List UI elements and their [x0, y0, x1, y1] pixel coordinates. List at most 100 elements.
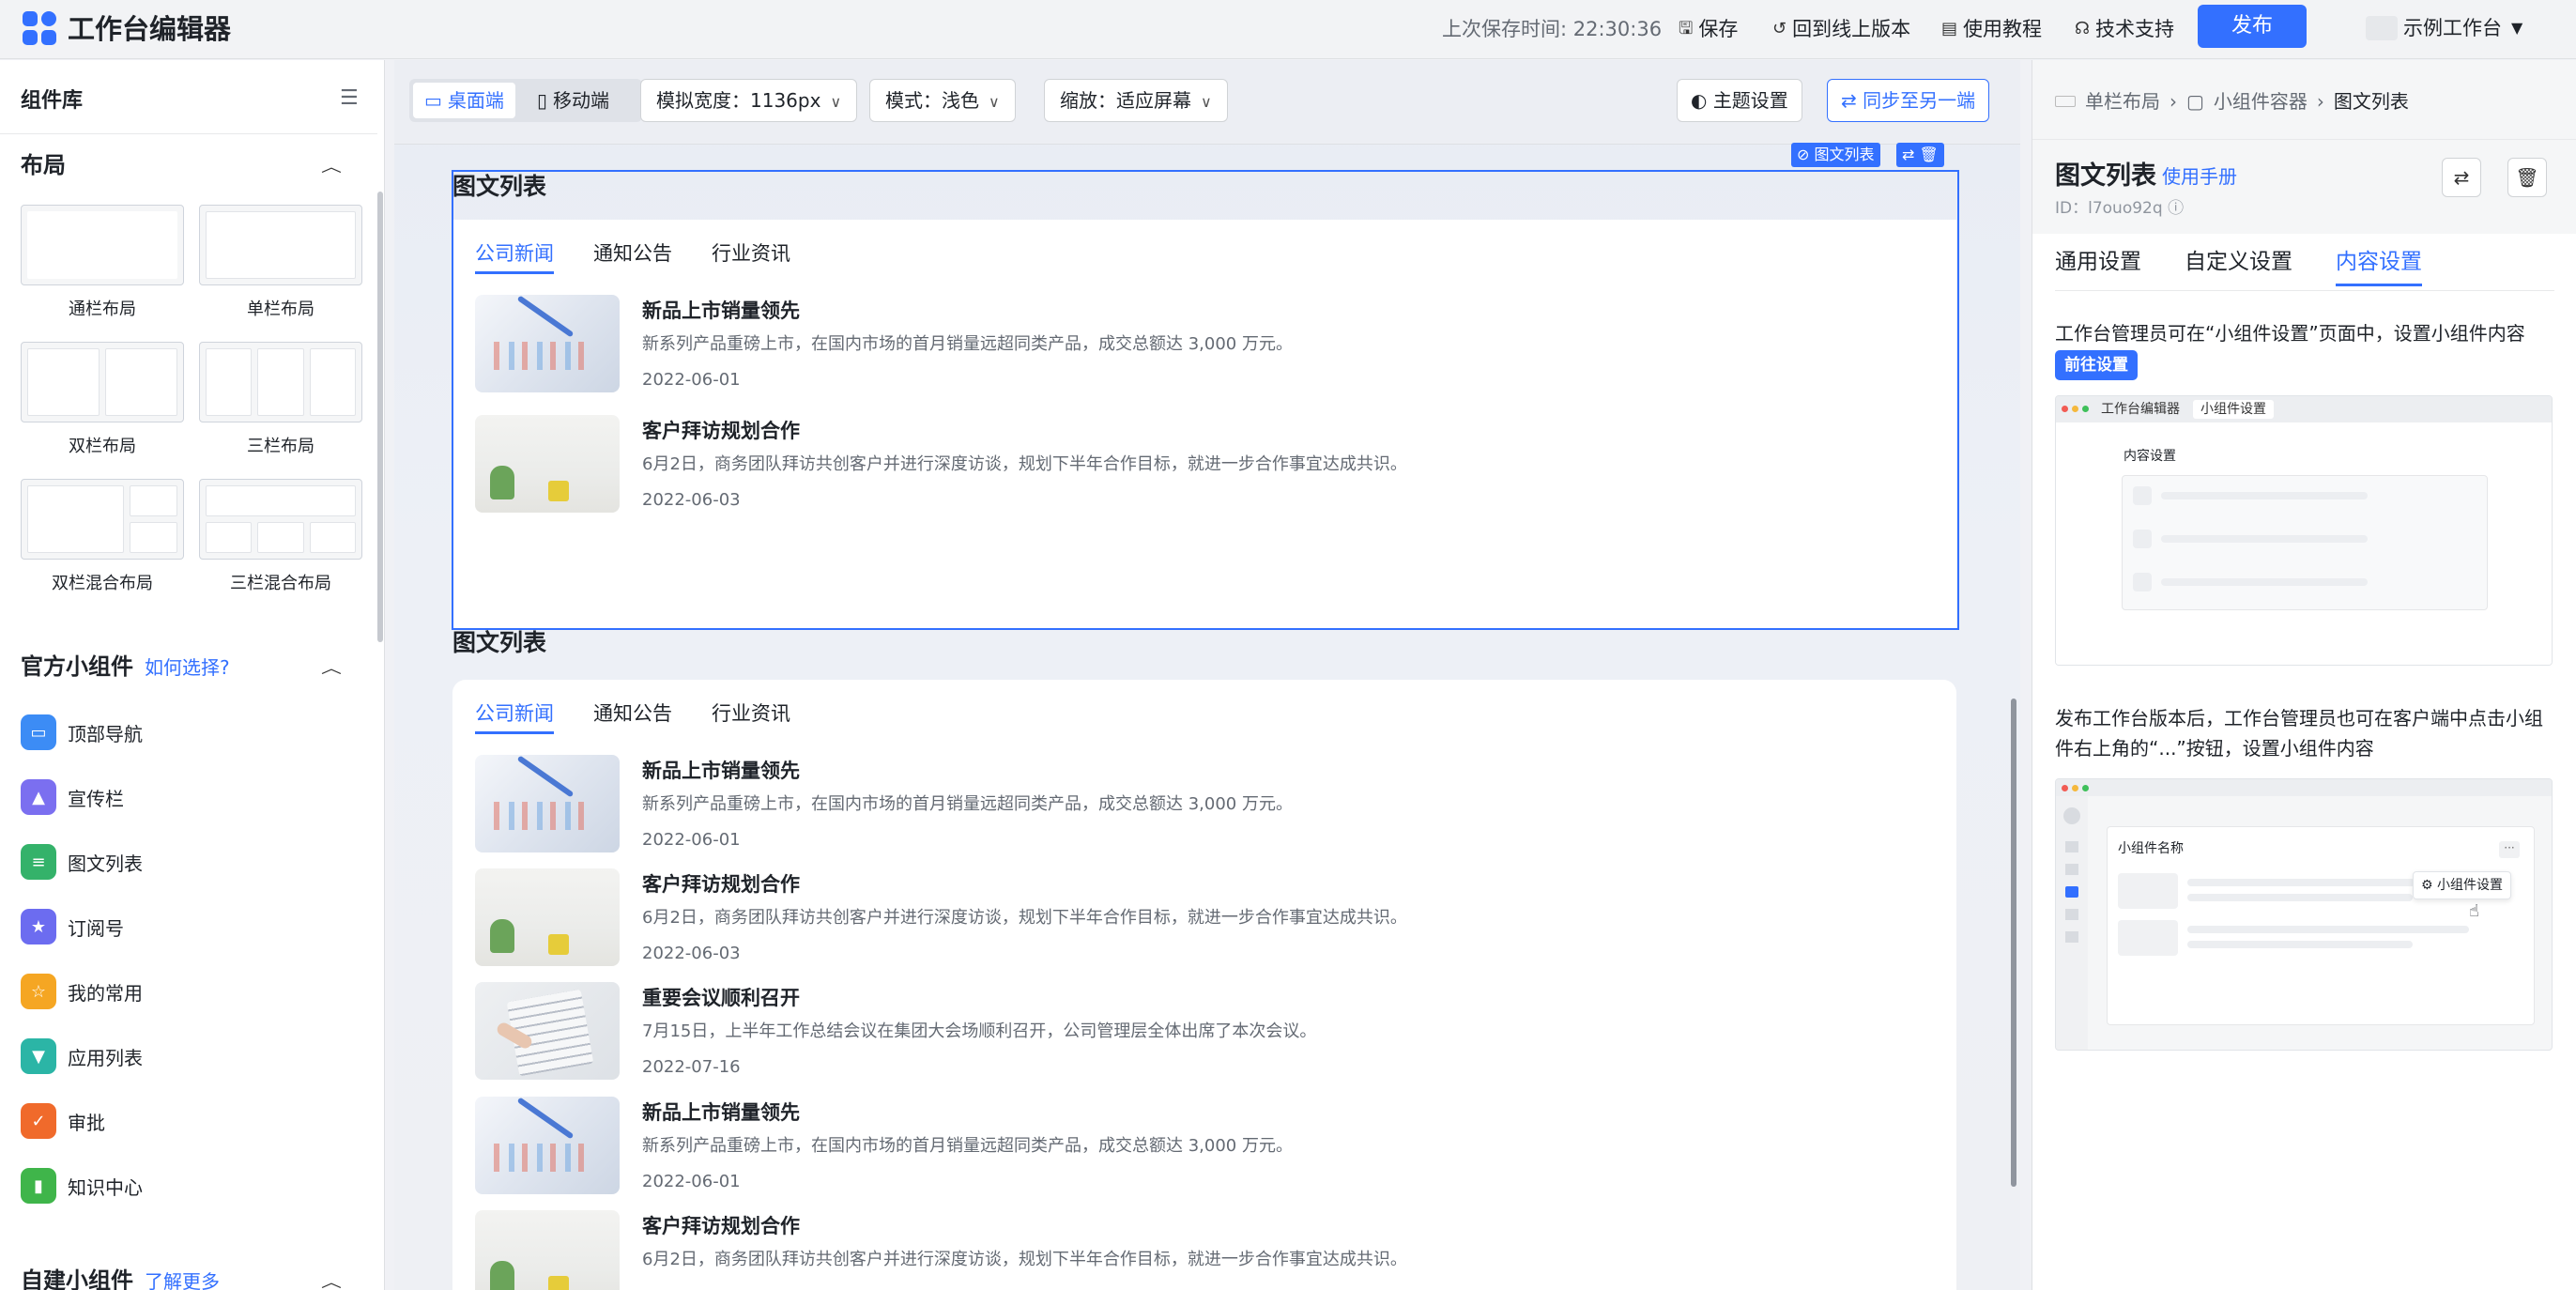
- swap-widget-button[interactable]: ⇄: [2442, 158, 2481, 197]
- widget-id: ID：l7ouo92q ⓘ: [2055, 197, 2184, 220]
- news-title: 新品上市销量领先: [642, 760, 800, 782]
- news-date: 2022-06-03: [642, 944, 741, 963]
- mini-label: 内容设置: [2124, 449, 2176, 464]
- mode-dropdown[interactable]: 模式：浅色 ∨: [869, 79, 1016, 122]
- sidebar-scrollbar[interactable]: [377, 192, 383, 642]
- widget-title: 图文列表: [452, 629, 547, 656]
- layout-three-column-mixed[interactable]: [199, 479, 362, 560]
- list-item[interactable]: 客户拜访规划合作 6月2日，商务团队拜访共创客户并进行深度访谈，规划下半年合作目…: [475, 1210, 1940, 1290]
- layout-label: 单栏布局: [247, 299, 314, 319]
- approval-icon: ✓: [21, 1103, 56, 1139]
- swap-icon[interactable]: ⇄: [1902, 146, 1914, 163]
- learn-more-link[interactable]: 了解更多: [145, 1270, 220, 1290]
- widget-subscription[interactable]: ★ 订阅号: [21, 908, 124, 945]
- save-button[interactable]: 🖫 保存: [1679, 15, 1738, 43]
- theme-settings-button[interactable]: ◐ 主题设置: [1677, 79, 1802, 122]
- widget-banner[interactable]: ▲ 宣传栏: [21, 778, 124, 816]
- properties-panel: 单栏布局 › ▢ 小组件容器 › 图文列表 图文列表 使用手册 ID：l7ouo…: [2032, 60, 2576, 1290]
- tab-custom-settings[interactable]: 自定义设置: [2185, 243, 2292, 281]
- desktop-icon: ▭: [424, 89, 442, 112]
- chevron-down-icon: ∨: [1201, 93, 1212, 111]
- swap-icon: ⇄: [1841, 89, 1863, 112]
- support-button[interactable]: ☊ 技术支持: [2075, 15, 2174, 43]
- widget-actions-tag[interactable]: ⇄ 🗑: [1896, 143, 1944, 167]
- tab-industry-news[interactable]: 行业资讯: [712, 695, 790, 732]
- chevron-down-icon: ∨: [830, 93, 842, 111]
- chevron-up-icon[interactable]: ︿: [321, 1270, 342, 1290]
- chevron-up-icon[interactable]: ︿: [321, 656, 342, 677]
- list-item[interactable]: 新品上市销量领先 新系列产品重磅上市，在国内市场的首月销量远超同类产品，成交总额…: [475, 755, 1940, 854]
- tab-content-settings[interactable]: 内容设置: [2336, 243, 2422, 286]
- width-dropdown[interactable]: 模拟宽度：1136px ∨: [640, 79, 858, 122]
- collapse-panel-icon[interactable]: ☰: [340, 86, 359, 110]
- widget-favorites[interactable]: ☆ 我的常用: [21, 973, 143, 1010]
- news-desc: 新系列产品重磅上市，在国内市场的首月销量远超同类产品，成交总额达 3,000 万…: [642, 1136, 1293, 1156]
- mobile-tab[interactable]: ▯ 移动端: [526, 83, 621, 118]
- layout-single-column[interactable]: [199, 205, 362, 285]
- palette-icon: ◐: [1691, 89, 1713, 112]
- rollback-button[interactable]: ↺ 回到线上版本: [1772, 15, 1910, 43]
- breadcrumb: 单栏布局 › ▢ 小组件容器 › 图文列表: [2055, 88, 2409, 115]
- tutorial-button[interactable]: ▤ 使用教程: [1941, 15, 2042, 43]
- image-text-list-widget[interactable]: 图文列表 公司新闻 通知公告 行业资讯 新品上市销量领先 新系列产品重磅上市，在…: [452, 627, 1956, 1290]
- list-item[interactable]: 客户拜访规划合作 6月2日，商务团队拜访共创客户并进行深度访谈，规划下半年合作目…: [475, 868, 1940, 968]
- widget-knowledge-center[interactable]: ▮ 知识中心: [21, 1167, 143, 1205]
- manual-link[interactable]: 使用手册: [2162, 163, 2237, 190]
- desktop-tab[interactable]: ▭ 桌面端: [413, 83, 515, 118]
- more-icon: ···: [2499, 841, 2520, 858]
- widget-label: 应用列表: [68, 1046, 143, 1069]
- layout-label: 三栏混合布局: [230, 574, 331, 593]
- layout-three-column[interactable]: [199, 342, 362, 422]
- chevron-right-icon: ›: [2316, 90, 2324, 113]
- delete-widget-button[interactable]: 🗑: [2507, 158, 2547, 197]
- canvas-toolbar: ▭ 桌面端 ▯ 移动端 模拟宽度：1136px ∨ 模式：浅色 ∨ 缩放：适应屏幕 ∨ ◐…: [394, 60, 2020, 145]
- widget-image-text-list[interactable]: ≡ 图文列表: [21, 843, 143, 881]
- widget-tabs: 公司新闻 通知公告 行业资讯: [475, 695, 790, 734]
- delete-icon[interactable]: 🗑: [1920, 146, 1939, 163]
- news-date: 2022-07-16: [642, 1057, 741, 1077]
- news-title: 客户拜访规划合作: [642, 1215, 800, 1237]
- tab-general-settings[interactable]: 通用设置: [2055, 243, 2141, 281]
- widget-approval[interactable]: ✓ 审批: [21, 1102, 105, 1140]
- mobile-label: 移动端: [553, 89, 610, 112]
- layout-section-title: 布局: [21, 152, 66, 178]
- go-to-settings-button[interactable]: 前往设置: [2055, 350, 2138, 380]
- layout-two-column[interactable]: [21, 342, 184, 422]
- knowledge-icon: ▮: [21, 1168, 56, 1204]
- news-thumbnail: [475, 755, 620, 852]
- chevron-right-icon: ›: [2170, 90, 2177, 113]
- list-item[interactable]: 重要会议顺利召开 7月15日，上半年工作总结会议在集团大会场顺利召开，公司管理层…: [475, 982, 1940, 1082]
- chevron-up-icon[interactable]: ︿: [321, 155, 342, 176]
- top-bar: 工作台编辑器 上次保存时间: 22:30:36 🖫 保存 ↺ 回到线上版本 ▤ 使用教…: [0, 0, 2576, 59]
- publish-button[interactable]: 发布: [2198, 5, 2307, 48]
- zoom-dropdown[interactable]: 缩放：适应屏幕 ∨: [1044, 79, 1228, 122]
- workspace-switcher[interactable]: 示例工作台 ▼: [2366, 14, 2522, 42]
- bookmark-icon: ★: [21, 909, 56, 944]
- breadcrumb-item[interactable]: 小组件容器: [2214, 88, 2308, 115]
- list-item[interactable]: 新品上市销量领先 新系列产品重磅上市，在国内市场的首月销量远超同类产品，成交总额…: [475, 1097, 1940, 1196]
- selected-widget-tag[interactable]: ⊘ 图文列表: [1791, 143, 1880, 167]
- mini-label: 小组件名称: [2118, 841, 2184, 856]
- selected-tag-label: 图文列表: [1814, 146, 1875, 163]
- theme-label: 主题设置: [1712, 89, 1788, 112]
- layout-two-column-mixed[interactable]: [21, 479, 184, 560]
- widget-app-list[interactable]: ▼ 应用列表: [21, 1037, 143, 1075]
- canvas-scrollbar[interactable]: [2011, 699, 2016, 1187]
- mini-popup-label: 小组件设置: [2437, 878, 2504, 893]
- breadcrumb-item[interactable]: 单栏布局: [2085, 88, 2160, 115]
- support-label: 技术支持: [2095, 18, 2174, 40]
- sync-button[interactable]: ⇄ 同步至另一端: [1827, 79, 1990, 122]
- settings-tabs: 通用设置 自定义设置 内容设置: [2055, 243, 2422, 286]
- news-title: 新品上市销量领先: [642, 1101, 800, 1124]
- how-to-choose-link[interactable]: 如何选择?: [145, 656, 230, 679]
- content-hint-1: 工作台管理员可在“小组件设置”页面中，设置小组件内容: [2055, 322, 2525, 345]
- info-icon[interactable]: ⓘ: [2168, 199, 2184, 218]
- news-title: 重要会议顺利召开: [642, 987, 800, 1009]
- widget-label: 宣传栏: [68, 787, 124, 810]
- tab-company-news[interactable]: 公司新闻: [475, 695, 554, 734]
- layout-full-width[interactable]: [21, 205, 184, 285]
- widget-top-nav[interactable]: ▭ 顶部导航: [21, 714, 143, 751]
- link-icon: ⊘: [1797, 146, 1815, 163]
- tab-announcements[interactable]: 通知公告: [593, 695, 672, 732]
- official-section-label: 官方小组件: [21, 653, 133, 680]
